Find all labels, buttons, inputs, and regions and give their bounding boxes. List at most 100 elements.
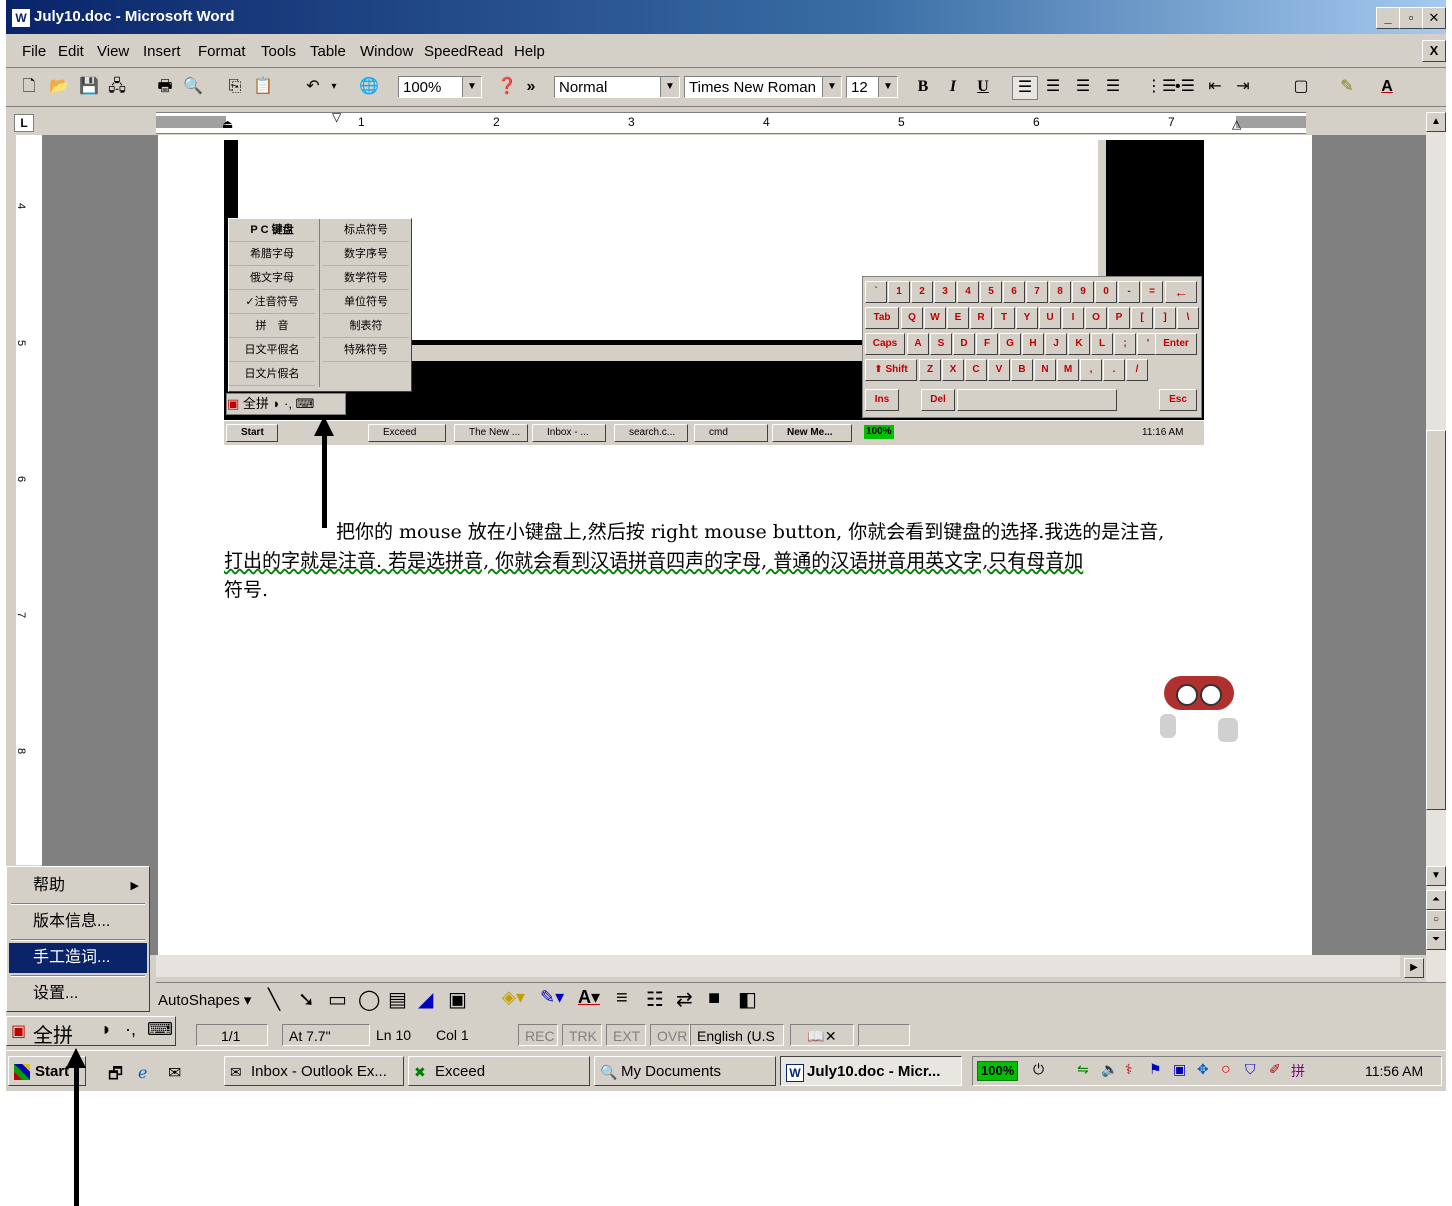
enter-key[interactable]: Enter bbox=[1155, 333, 1197, 355]
status-language[interactable]: English (U.S bbox=[690, 1024, 784, 1046]
3d-icon[interactable]: ◧ bbox=[738, 987, 757, 1012]
word-doc-icon[interactable]: W bbox=[11, 8, 31, 28]
left-indent-marker-icon[interactable]: ⏏ bbox=[222, 117, 233, 131]
task-inbox-outlook[interactable]: ✉ Inbox - Outlook Ex... bbox=[224, 1056, 404, 1086]
align-left-icon[interactable]: ☰ bbox=[1012, 76, 1038, 100]
ctx-item[interactable]: 数字序号 bbox=[323, 243, 409, 266]
chevron-down-icon[interactable]: ▼ bbox=[822, 77, 841, 97]
toolbar-options-icon[interactable]: » bbox=[524, 76, 538, 98]
keyboard-key[interactable]: / bbox=[1126, 359, 1148, 381]
right-indent-marker-icon[interactable]: △ bbox=[1232, 117, 1241, 131]
keyboard-key[interactable]: O bbox=[1085, 307, 1107, 329]
ctx-item[interactable]: ✓注音符号 bbox=[229, 291, 315, 314]
clock[interactable]: 11:56 AM bbox=[1365, 1063, 1423, 1079]
ctx-item[interactable]: 拼 音 bbox=[229, 315, 315, 338]
keyboard-key[interactable]: H bbox=[1022, 333, 1044, 355]
autoshapes-menu[interactable]: AutoShapes ▾ bbox=[158, 991, 251, 1009]
outlook-icon[interactable]: ✉ bbox=[168, 1063, 181, 1083]
print-preview-icon[interactable]: 🔍 bbox=[182, 76, 204, 98]
ctx-item[interactable]: 日文平假名 bbox=[229, 339, 315, 362]
scroll-right-button[interactable]: ▶ bbox=[1404, 958, 1424, 978]
shield-icon[interactable]: ⛉ bbox=[1245, 1061, 1256, 1078]
shadow-icon[interactable]: ■ bbox=[708, 987, 720, 1010]
document-paragraph[interactable]: 把你的 mouse 放在小键盘上,然后按 right mouse button,… bbox=[224, 518, 1254, 605]
keyboard-key[interactable]: S bbox=[930, 333, 952, 355]
embedded-start-button[interactable]: Start bbox=[226, 424, 278, 442]
chevron-down-icon[interactable]: ▼ bbox=[878, 77, 897, 97]
menu-tools[interactable]: Tools bbox=[261, 43, 296, 60]
justify-icon[interactable]: ☰ bbox=[1102, 76, 1124, 98]
embedded-task[interactable]: Inbox - ... bbox=[532, 424, 606, 442]
minimize-button[interactable]: _ bbox=[1376, 7, 1400, 29]
keyboard-key[interactable]: D bbox=[953, 333, 975, 355]
status-trk[interactable]: TRK bbox=[562, 1024, 602, 1046]
numbering-icon[interactable]: ⋮☰ bbox=[1146, 76, 1176, 98]
menu-help[interactable]: Help bbox=[514, 43, 545, 60]
circle-tray-icon[interactable]: ○ bbox=[1221, 1061, 1231, 1079]
pen-tray-icon[interactable]: ✐ bbox=[1269, 1061, 1281, 1078]
office-assistant[interactable] bbox=[1156, 670, 1246, 750]
dash-style-icon[interactable]: ☷ bbox=[646, 987, 664, 1012]
line-icon[interactable]: ╲ bbox=[268, 987, 280, 1012]
tab-selector[interactable]: L bbox=[14, 114, 34, 132]
scroll-up-button[interactable]: ▲ bbox=[1426, 112, 1446, 132]
close-document-button[interactable]: X bbox=[1422, 40, 1446, 62]
align-right-icon[interactable]: ☰ bbox=[1072, 76, 1094, 98]
text-box-icon[interactable]: ▤ bbox=[388, 987, 407, 1012]
embedded-task[interactable]: search.c... bbox=[614, 424, 688, 442]
keyboard-key[interactable]: 3 bbox=[934, 281, 956, 303]
monitor-icon[interactable]: ▣ bbox=[1173, 1061, 1186, 1078]
font-color-icon[interactable]: A bbox=[1376, 76, 1398, 98]
embedded-task[interactable]: cmd bbox=[694, 424, 768, 442]
new-document-icon[interactable]: 🗋 bbox=[18, 76, 40, 98]
keyboard-key[interactable]: . bbox=[1103, 359, 1125, 381]
settings-tray-icon[interactable]: ✥ bbox=[1197, 1061, 1209, 1078]
soft-keyboard[interactable]: ` 1 2 3 4 5 6 7 8 9 0- = Q W E R T Y U I O P[] \ A S D F G H J K L; ' Z X C… bbox=[862, 276, 1202, 418]
shift-key[interactable]: ⬆ Shift bbox=[865, 359, 917, 381]
paste-icon[interactable]: 📋 bbox=[252, 76, 274, 98]
keyboard-key[interactable]: 9 bbox=[1072, 281, 1094, 303]
keyboard-key[interactable]: 0 bbox=[1095, 281, 1117, 303]
ins-key[interactable]: Ins bbox=[865, 389, 899, 411]
font-size-select[interactable]: 12 ▼ bbox=[846, 76, 898, 98]
wordart-icon[interactable]: ◢ bbox=[418, 987, 433, 1012]
keyboard-key[interactable]: 2 bbox=[911, 281, 933, 303]
keyboard-key[interactable]: ] bbox=[1154, 307, 1176, 329]
keyboard-key[interactable]: T bbox=[993, 307, 1015, 329]
embedded-task[interactable]: The New ... bbox=[454, 424, 528, 442]
volume-icon[interactable]: 🔈 bbox=[1101, 1061, 1118, 1078]
ime-menu-settings[interactable]: 设置... bbox=[9, 979, 147, 1009]
ctx-item[interactable]: 标点符号 bbox=[323, 219, 409, 242]
line-color-icon[interactable]: ✎▾ bbox=[540, 987, 564, 1008]
increase-indent-icon[interactable]: ⇥ bbox=[1232, 76, 1254, 98]
print-icon[interactable]: 🖶 bbox=[154, 76, 176, 98]
save-icon[interactable]: 💾 bbox=[78, 76, 100, 98]
menu-edit[interactable]: Edit bbox=[58, 43, 84, 60]
flag-icon[interactable]: ⚑ bbox=[1149, 1061, 1162, 1078]
embedded-task[interactable]: Exceed bbox=[368, 424, 446, 442]
antivirus-icon[interactable]: ⚕ bbox=[1125, 1061, 1133, 1078]
italic-button[interactable]: I bbox=[942, 76, 964, 98]
menu-window[interactable]: Window bbox=[360, 43, 413, 60]
keyboard-key[interactable]: W bbox=[924, 307, 946, 329]
restore-button[interactable]: ▫ bbox=[1399, 7, 1423, 29]
status-ovr[interactable]: OVR bbox=[650, 1024, 690, 1046]
arrow-icon[interactable]: ➘ bbox=[298, 987, 315, 1012]
menu-format[interactable]: Format bbox=[198, 43, 246, 60]
menu-table[interactable]: Table bbox=[310, 43, 346, 60]
zoom-select[interactable]: 100% ▼ bbox=[398, 76, 482, 98]
undo-icon[interactable]: ↶ bbox=[302, 76, 324, 98]
keyboard-key[interactable]: L bbox=[1091, 333, 1113, 355]
keyboard-key[interactable]: V bbox=[988, 359, 1010, 381]
ime-logo-icon[interactable]: ▣ bbox=[11, 1021, 26, 1041]
undo-dropdown-icon[interactable]: ▾ bbox=[328, 76, 340, 98]
rectangle-icon[interactable]: ▭ bbox=[328, 987, 347, 1012]
web-globe-icon[interactable]: 🌐 bbox=[358, 76, 380, 98]
font-select[interactable]: Times New Roman ▼ bbox=[684, 76, 842, 98]
menu-file[interactable]: File bbox=[22, 43, 46, 60]
half-width-moon-icon[interactable]: ◗ bbox=[101, 1019, 112, 1040]
scroll-down-button[interactable]: ▼ bbox=[1426, 866, 1446, 886]
keyboard-key[interactable]: X bbox=[942, 359, 964, 381]
keyboard-key[interactable]: 8 bbox=[1049, 281, 1071, 303]
keyboard-key[interactable]: - bbox=[1118, 281, 1140, 303]
